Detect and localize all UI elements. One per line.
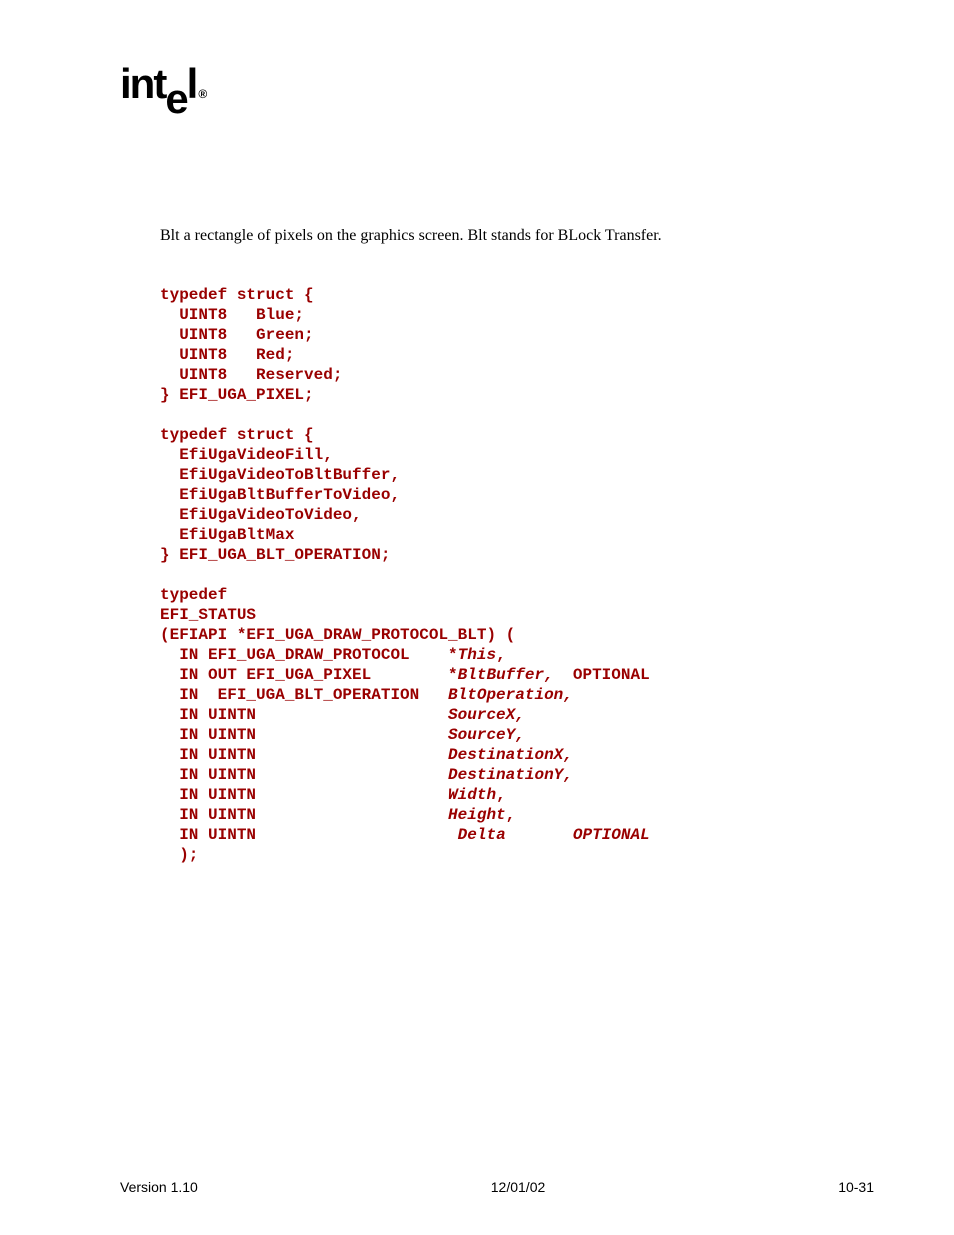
italic-part: Height [448,806,506,824]
footer: Version 1.10 12/01/02 10-31 [0,1179,954,1195]
code-line: IN OUT EFI_UGA_PIXEL *BltBuffer, OPTIONA… [160,666,650,684]
bold-part: , [496,646,506,664]
code-line: IN UINTN Height, [160,806,515,824]
code-line: (EFIAPI *EFI_UGA_DRAW_PROTOCOL_BLT) ( [160,626,515,644]
italic-part: Width [448,786,496,804]
code-line: IN UINTN Width, [160,786,506,804]
italic-part: BltBuffer, [458,666,554,684]
footer-version: Version 1.10 [120,1179,198,1195]
code-line: } EFI_UGA_BLT_OPERATION; [160,546,390,564]
code-line: UINT8 Green; [160,326,314,344]
code-line: EfiUgaBltBufferToVideo, [160,486,400,504]
code-line: IN EFI_UGA_BLT_OPERATION BltOperation, [160,686,573,704]
code-line: EFI_STATUS [160,606,256,624]
code-line: IN UINTN SourceY, [160,726,525,744]
page: intel® Blt a rectangle of pixels on the … [0,0,954,865]
code-line: IN UINTN DestinationY, [160,766,573,784]
code-line: UINT8 Blue; [160,306,304,324]
code-line: IN EFI_UGA_DRAW_PROTOCOL *This, [160,646,506,664]
italic-part: Delta OPTIONAL [458,826,650,844]
italic-part: SourceY, [448,726,525,744]
code-line: EfiUgaBltMax [160,526,294,544]
bold-part: IN UINTN [160,826,458,844]
code-line: EfiUgaVideoFill, [160,446,333,464]
prototype-block: typedef struct { UINT8 Blue; UINT8 Green… [160,285,874,865]
bold-part: , [506,806,516,824]
intel-logo: intel® [120,60,874,117]
code-line: typedef struct { [160,426,314,444]
bold-part: IN UINTN [160,766,448,784]
code-line: UINT8 Reserved; [160,366,342,384]
italic-part: SourceX, [448,706,525,724]
bold-part: IN UINTN [160,726,448,744]
bold-part: IN UINTN [160,706,448,724]
code-line: typedef [160,586,227,604]
italic-part: DestinationY, [448,766,573,784]
code-line: ); [160,846,198,864]
summary-text: Blt a rectangle of pixels on the graphic… [160,227,874,245]
bold-part: IN UINTN [160,806,448,824]
code-line: IN UINTN DestinationX, [160,746,573,764]
bold-part: OPTIONAL [554,666,650,684]
footer-date: 12/01/02 [491,1179,546,1195]
code-line: typedef struct { [160,286,314,304]
code-line: IN UINTN Delta OPTIONAL [160,826,650,844]
italic-part: DestinationX, [448,746,573,764]
italic-part: BltOperation, [448,686,573,704]
bold-part: IN UINTN [160,786,448,804]
bold-part: , [496,786,506,804]
bold-part: IN UINTN [160,746,448,764]
bold-part: IN EFI_UGA_BLT_OPERATION [160,686,448,704]
code-line: UINT8 Red; [160,346,294,364]
code-line: EfiUgaVideoToBltBuffer, [160,466,400,484]
code-line: IN UINTN SourceX, [160,706,525,724]
italic-part: This [458,646,496,664]
bold-part: IN OUT EFI_UGA_PIXEL * [160,666,458,684]
bold-part: IN EFI_UGA_DRAW_PROTOCOL * [160,646,458,664]
code-line: } EFI_UGA_PIXEL; [160,386,314,404]
footer-page: 10-31 [838,1179,874,1195]
code-line: EfiUgaVideoToVideo, [160,506,362,524]
